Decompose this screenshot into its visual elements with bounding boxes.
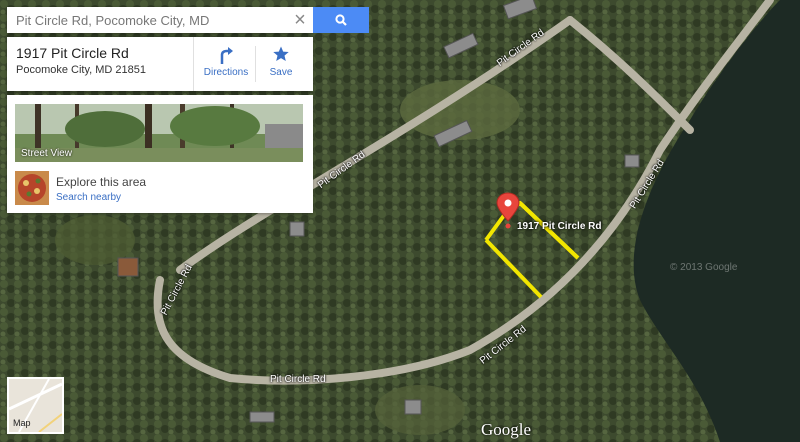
search-input[interactable] xyxy=(7,7,277,33)
search-icon xyxy=(335,14,347,26)
save-label: Save xyxy=(269,67,293,78)
street-view-label: Street View xyxy=(21,148,72,159)
pin-dot xyxy=(505,223,511,229)
close-icon[interactable]: × xyxy=(290,10,310,30)
google-logo: Google xyxy=(481,420,532,439)
pizza-icon xyxy=(15,171,49,205)
directions-label: Directions xyxy=(203,67,249,78)
search-nearby-link[interactable]: Search nearby xyxy=(56,192,121,203)
star-icon xyxy=(273,46,289,61)
explore-thumbnail[interactable] xyxy=(15,171,49,205)
directions-icon xyxy=(220,47,233,64)
info-panel: Street View Explore this area Search nea… xyxy=(7,95,313,213)
search-button[interactable] xyxy=(313,7,369,33)
watermark: © 2013 Google xyxy=(670,262,738,273)
save-button[interactable]: Save xyxy=(251,46,311,86)
road-label: Pit Circle Rd xyxy=(270,374,326,385)
place-address: 1917 Pit Circle Rd xyxy=(16,45,129,61)
minimap-label: Map xyxy=(13,418,31,428)
search-box: × xyxy=(7,7,313,33)
divider xyxy=(193,37,194,91)
place-city: Pocomoke City, MD 21851 xyxy=(16,64,147,76)
pin-label: 1917 Pit Circle Rd xyxy=(517,221,602,232)
map-type-toggle[interactable]: Map xyxy=(7,377,64,434)
directions-button[interactable]: Directions xyxy=(196,46,256,86)
explore-title: Explore this area xyxy=(56,175,147,189)
street-view-thumbnail[interactable]: Street View xyxy=(15,104,303,162)
place-card: 1917 Pit Circle Rd Pocomoke City, MD 218… xyxy=(7,37,313,91)
